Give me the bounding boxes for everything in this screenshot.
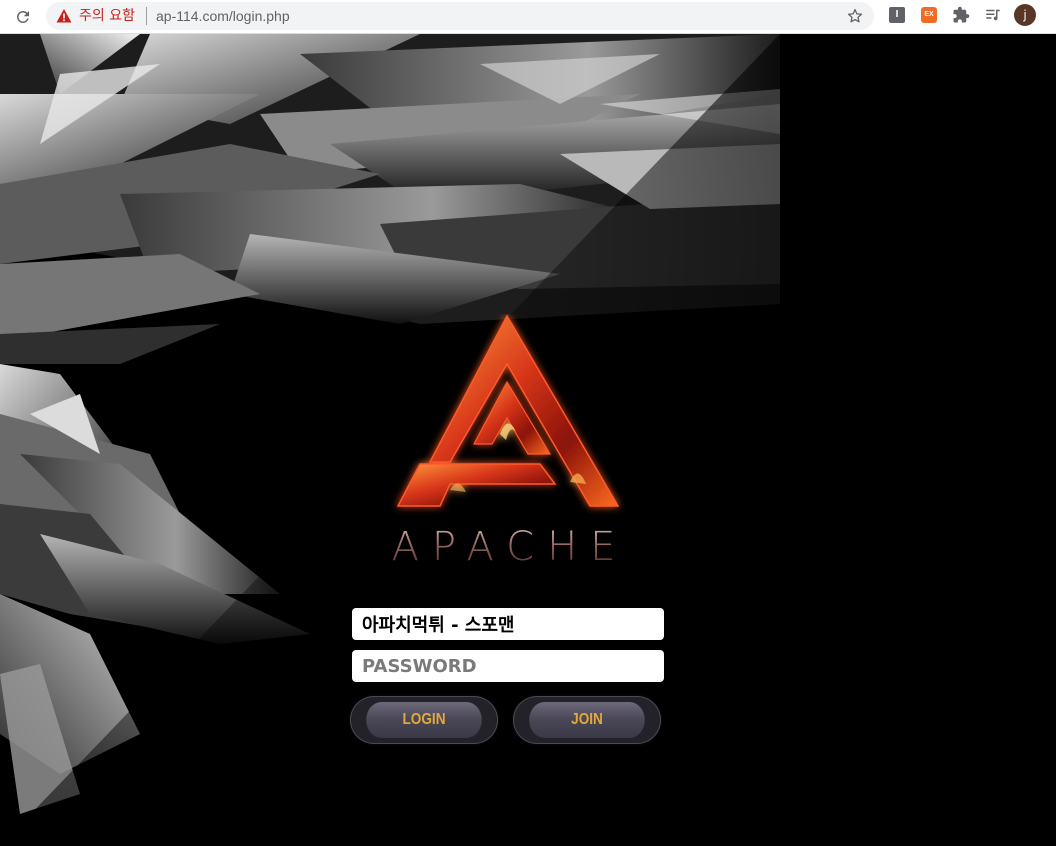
reload-icon[interactable] [12,6,34,28]
login-button-label[interactable]: LOGIN [366,702,482,738]
url-text[interactable]: ap-114.com/login.php [156,8,290,24]
extensions-puzzle-icon[interactable] [952,6,970,24]
warning-icon[interactable] [56,8,72,24]
address-divider [146,7,147,25]
join-button-label[interactable]: JOIN [529,702,645,738]
bookmark-star-icon[interactable] [846,7,864,25]
join-button[interactable]: JOIN [513,696,661,744]
media-queue-icon[interactable] [984,6,1002,24]
extension-ex-icon[interactable]: EX [921,7,937,23]
login-page: APACHE LOGIN JOIN [0,34,1056,846]
extension-i-icon[interactable]: I [889,7,905,23]
security-warning-text[interactable]: 주의 요함 [79,8,135,24]
login-button[interactable]: LOGIN [350,696,498,744]
address-bar[interactable]: 주의 요함 ap-114.com/login.php [46,2,874,30]
apache-logo-emblem [396,314,620,507]
username-field[interactable] [352,608,664,640]
profile-avatar[interactable]: j [1014,4,1036,26]
password-field[interactable] [352,650,664,682]
browser-toolbar: 주의 요함 ap-114.com/login.php I EX j [0,0,1056,34]
brand-wordmark: APACHE [370,524,650,570]
